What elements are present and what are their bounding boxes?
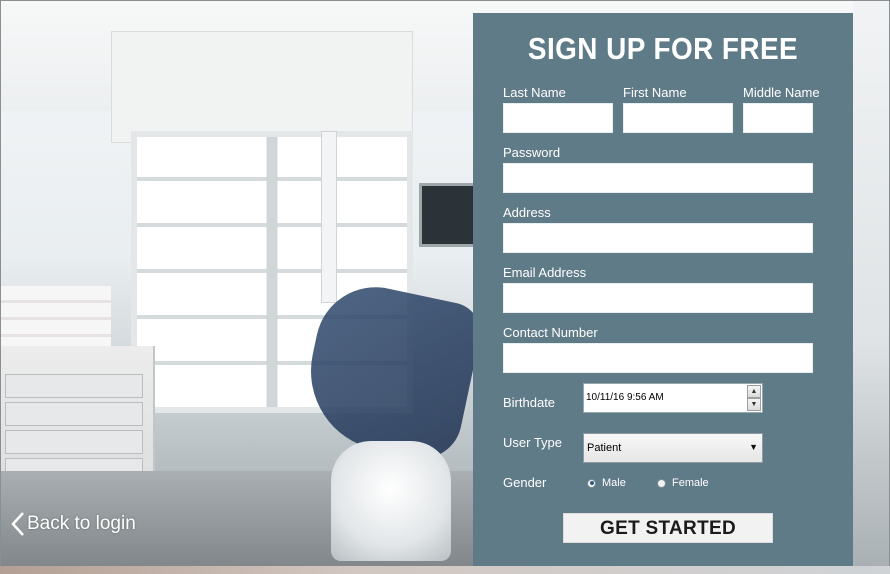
email-field[interactable] xyxy=(503,283,813,313)
signup-panel: SIGN UP FOR FREE Last Name First Name Mi… xyxy=(473,13,853,567)
drawer xyxy=(5,374,143,398)
middle-name-label: Middle Name xyxy=(743,85,820,100)
address-label: Address xyxy=(503,205,551,220)
signup-window: SIGN UP FOR FREE Last Name First Name Mi… xyxy=(0,0,890,568)
last-name-field[interactable] xyxy=(503,103,613,133)
form-title: SIGN UP FOR FREE xyxy=(527,31,799,66)
first-name-label: First Name xyxy=(623,85,687,100)
back-to-login-label: Back to login xyxy=(27,513,136,534)
birthdate-picker[interactable]: 10/11/16 9:56 AM ▲ ▼ xyxy=(583,383,763,413)
gender-label: Gender xyxy=(503,475,547,490)
gender-option-label: Female xyxy=(672,477,709,489)
password-label: Password xyxy=(503,145,561,160)
first-name-field[interactable] xyxy=(623,103,733,133)
get-started-button[interactable]: GET STARTED xyxy=(563,513,773,543)
last-name-label: Last Name xyxy=(503,85,566,100)
gender-radio-female[interactable]: Female xyxy=(657,477,709,489)
spin-down-icon[interactable]: ▼ xyxy=(747,398,761,411)
spin-up-icon[interactable]: ▲ xyxy=(747,385,761,398)
gender-option-label: Male xyxy=(602,477,626,489)
window-blind xyxy=(111,31,413,143)
dental-chair-base xyxy=(331,441,451,561)
drawer xyxy=(5,402,143,426)
birthdate-label: Birthdate xyxy=(503,395,556,410)
password-field[interactable] xyxy=(503,163,813,193)
gender-radio-male[interactable]: Male xyxy=(587,477,626,489)
birthdate-value: 10/11/16 9:56 AM xyxy=(586,392,664,403)
radio-unchecked-icon xyxy=(657,478,666,488)
contact-number-label: Contact Number xyxy=(503,325,598,340)
radio-checked-icon xyxy=(587,478,596,488)
drawer xyxy=(5,430,143,454)
user-type-value: Patient xyxy=(587,442,622,454)
window-bottom-edge xyxy=(0,566,890,574)
chevron-left-icon xyxy=(11,512,24,536)
address-field[interactable] xyxy=(503,223,813,253)
user-type-label: User Type xyxy=(503,435,563,450)
dropdown-arrow-icon: ▼ xyxy=(749,442,758,452)
email-label: Email Address xyxy=(503,265,587,280)
contact-number-field[interactable] xyxy=(503,343,813,373)
back-to-login-link[interactable]: Back to login xyxy=(11,511,136,537)
dental-lamp-arm xyxy=(321,131,337,303)
right-background xyxy=(853,1,889,567)
middle-name-field[interactable] xyxy=(743,103,813,133)
user-type-select[interactable]: Patient ▼ xyxy=(583,433,763,463)
